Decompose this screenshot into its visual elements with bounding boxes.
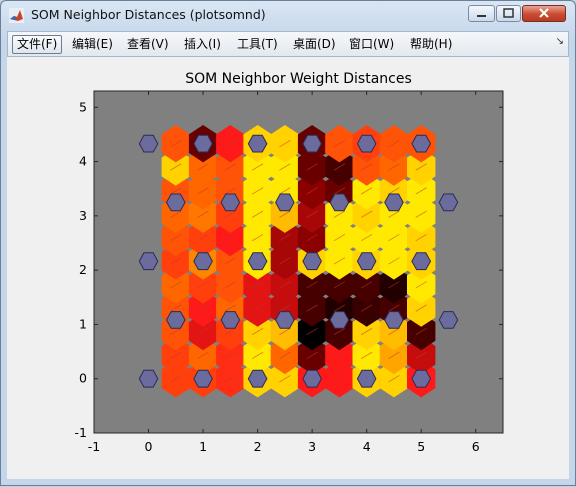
neuron-hexagon bbox=[138, 369, 159, 388]
x-tick-label: 0 bbox=[145, 439, 153, 454]
neuron-hexagon bbox=[220, 311, 241, 329]
neuron-hexagon bbox=[165, 311, 186, 329]
y-tick-label: 1 bbox=[79, 316, 87, 331]
neuron-hexagon bbox=[356, 252, 377, 271]
x-tick-label: 5 bbox=[417, 439, 425, 454]
neuron-hexagon bbox=[275, 311, 295, 329]
neuron-hexagon bbox=[275, 193, 295, 212]
neuron-hexagon bbox=[302, 252, 322, 271]
neuron-hexagon bbox=[302, 369, 322, 388]
y-tick-label: 4 bbox=[79, 154, 87, 169]
y-tick-label: 2 bbox=[79, 262, 87, 277]
neuron-hexagon bbox=[138, 134, 159, 153]
neuron-hexagon bbox=[411, 252, 432, 271]
neuron-hexagon bbox=[384, 193, 404, 212]
neuron-hexagon bbox=[193, 134, 213, 153]
x-tick-label: 1 bbox=[199, 439, 207, 454]
neuron-hexagon bbox=[247, 134, 268, 153]
figure-canvas: SOM Neighbor Weight Distances -1 0 1 2 3 4 5 6 -… bbox=[7, 57, 569, 479]
neuron-hexagon bbox=[438, 311, 459, 329]
x-tick-label: 4 bbox=[363, 439, 371, 454]
x-tick-label: -1 bbox=[88, 439, 100, 454]
neuron-hexagon bbox=[356, 134, 377, 153]
neuron-hexagon bbox=[165, 193, 186, 212]
neuron-hexagon bbox=[247, 369, 268, 388]
y-tick-label: -1 bbox=[75, 425, 87, 440]
neuron-hexagon bbox=[193, 369, 213, 388]
neuron-hexagon bbox=[356, 369, 377, 388]
neuron-hexagon bbox=[220, 193, 241, 212]
figure-window: SOM Neighbor Distances (plotsomnd) 文件(F)… bbox=[0, 0, 576, 486]
neuron-hexagon bbox=[247, 252, 268, 271]
neuron-hexagon bbox=[329, 193, 350, 212]
neuron-hexagon bbox=[138, 252, 159, 271]
neuron-hexagon bbox=[193, 252, 213, 271]
neuron-hexagon bbox=[411, 134, 432, 153]
neuron-hexagon bbox=[438, 193, 459, 212]
plot-title: SOM Neighbor Weight Distances bbox=[185, 71, 412, 87]
neuron-hexagon bbox=[302, 134, 322, 153]
x-tick-label: 6 bbox=[472, 439, 480, 454]
som-plot: SOM Neighbor Weight Distances -1 0 1 2 3 4 5 6 -… bbox=[75, 71, 504, 454]
y-tick-label: 0 bbox=[79, 371, 87, 386]
neuron-hexagon bbox=[329, 311, 350, 329]
neuron-hexagon bbox=[411, 369, 432, 388]
x-tick-label: 2 bbox=[254, 439, 262, 454]
y-tick-label: 5 bbox=[79, 99, 87, 114]
y-tick-label: 3 bbox=[79, 208, 87, 223]
x-tick-label: 3 bbox=[308, 439, 316, 454]
neuron-hexagon bbox=[384, 311, 404, 329]
